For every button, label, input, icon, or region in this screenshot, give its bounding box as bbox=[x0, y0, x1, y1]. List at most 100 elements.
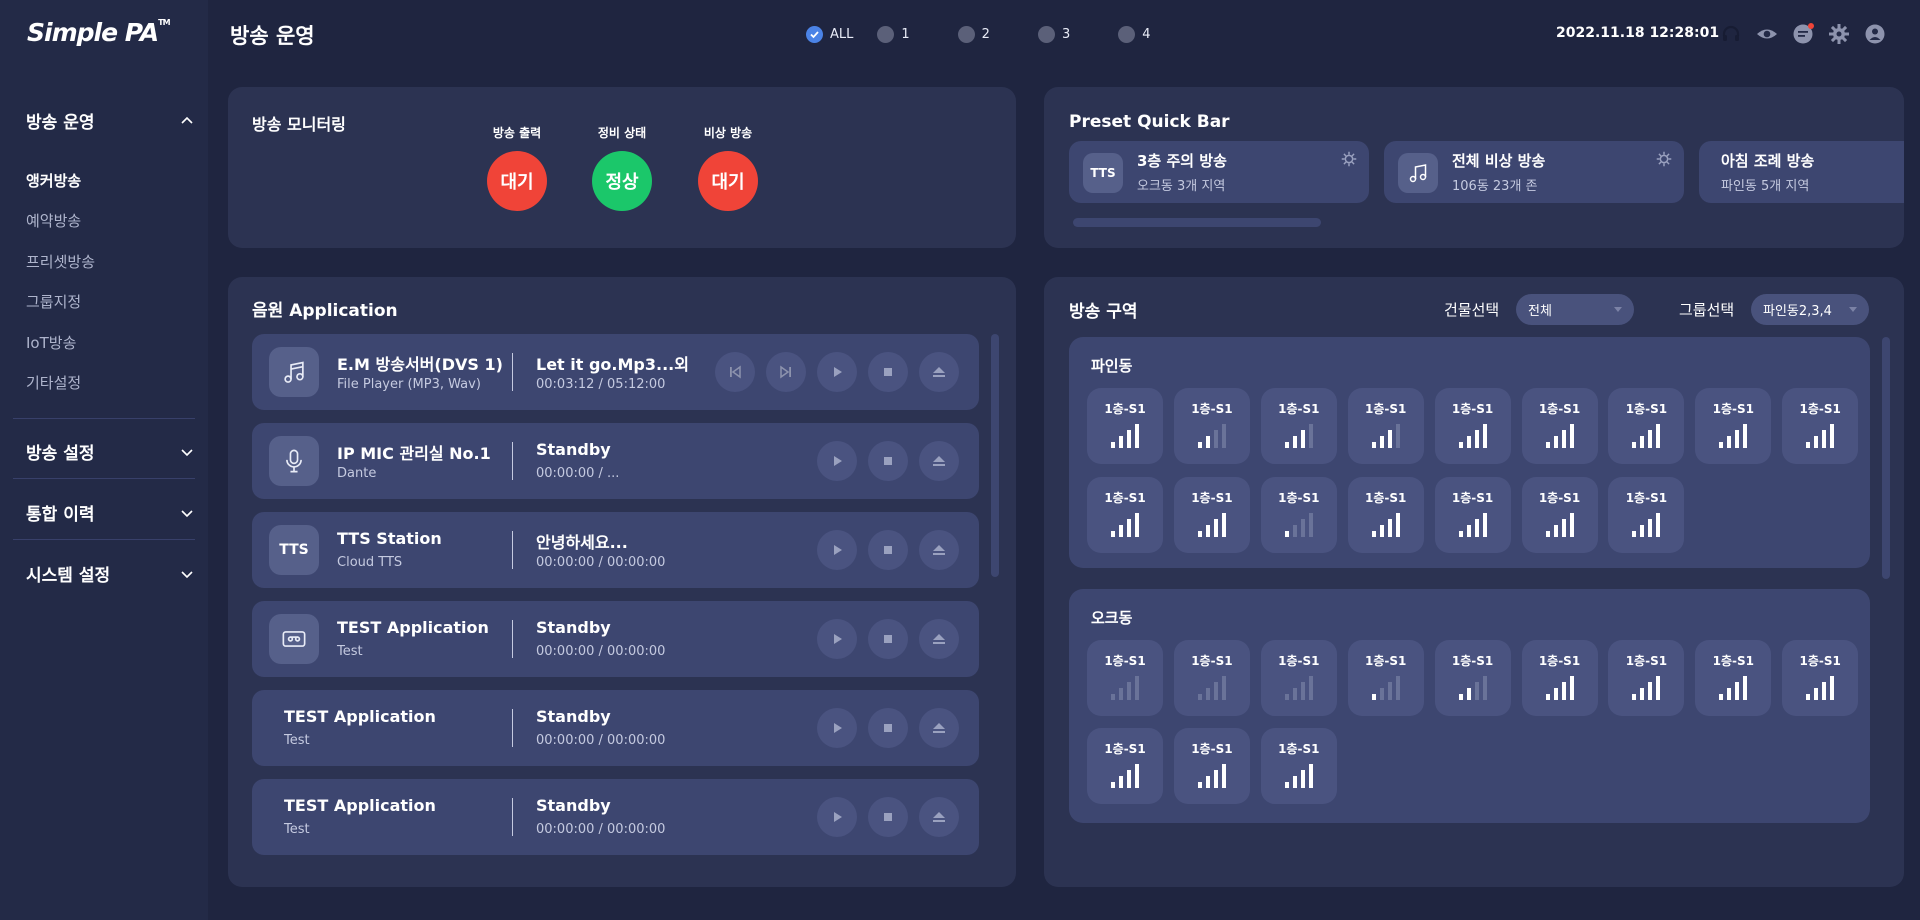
eject-icon bbox=[931, 364, 947, 380]
stop-button[interactable] bbox=[868, 708, 908, 748]
nav-item-group[interactable]: 그룹지정 bbox=[26, 291, 81, 312]
source-row[interactable]: IP MIC 관리실 No.1 Dante Standby 00:00:00 / ..… bbox=[252, 423, 979, 499]
play-button[interactable] bbox=[817, 797, 857, 837]
source-row[interactable]: E.M 방송서버(DVS 1) File Player (MP3, Wav) Let… bbox=[252, 334, 979, 410]
preset-scrollbar[interactable] bbox=[1073, 218, 1321, 227]
group-select[interactable]: 파인동2,3,4 bbox=[1751, 294, 1869, 325]
speaker-tile[interactable]: 1층-S1 bbox=[1782, 388, 1859, 464]
nav-item-preset[interactable]: 프리셋방송 bbox=[26, 251, 95, 272]
speaker-tile[interactable]: 1층-S1 bbox=[1347, 388, 1424, 464]
logo[interactable]: Simple PATM bbox=[27, 18, 171, 47]
filter-4[interactable]: 4 bbox=[1118, 26, 1151, 43]
signal-level-icon bbox=[1719, 424, 1748, 448]
nav-section-broadcast-settings[interactable]: 방송 설정 bbox=[26, 439, 194, 464]
speaker-tile[interactable]: 1층-S1 bbox=[1260, 640, 1337, 716]
eye-icon[interactable] bbox=[1755, 22, 1779, 46]
gear-icon[interactable] bbox=[1656, 151, 1672, 167]
nav-item-iot[interactable]: IoT방송 bbox=[26, 332, 76, 353]
building-select-value: 전체 bbox=[1528, 304, 1552, 319]
source-time: 00:00:00 / 00:00:00 bbox=[536, 733, 666, 748]
speaker-tile[interactable]: 1층-S1 bbox=[1087, 640, 1163, 716]
signal-bar bbox=[1135, 676, 1139, 700]
signal-bar bbox=[1830, 676, 1835, 700]
stop-button[interactable] bbox=[868, 352, 908, 392]
sources-scrollbar[interactable] bbox=[991, 334, 999, 577]
signal-level-icon bbox=[1806, 424, 1835, 448]
play-button[interactable] bbox=[817, 530, 857, 570]
signal-bar bbox=[1735, 682, 1740, 700]
next-button[interactable] bbox=[766, 352, 806, 392]
speaker-tile[interactable]: 1층-S1 bbox=[1087, 728, 1163, 804]
zones-scrollbar[interactable] bbox=[1882, 337, 1890, 579]
play-button[interactable] bbox=[817, 708, 857, 748]
speaker-tile[interactable]: 1층-S1 bbox=[1695, 640, 1772, 716]
filter-2[interactable]: 2 bbox=[957, 26, 990, 43]
stop-button[interactable] bbox=[868, 797, 908, 837]
preset-item[interactable]: 전체 비상 방송 106동 23개 존 bbox=[1384, 141, 1684, 203]
nav-section-history[interactable]: 통합 이력 bbox=[26, 500, 194, 525]
speaker-tile[interactable]: 1층-S1 bbox=[1347, 640, 1424, 716]
eject-button[interactable] bbox=[919, 530, 959, 570]
speaker-tile[interactable]: 1층-S1 bbox=[1608, 640, 1685, 716]
speaker-tile[interactable]: 1층-S1 bbox=[1087, 388, 1163, 464]
speaker-tile[interactable]: 1층-S1 bbox=[1608, 477, 1685, 553]
signal-level-icon bbox=[1284, 513, 1313, 537]
chat-icon[interactable] bbox=[1791, 22, 1815, 46]
filter-1[interactable]: 1 bbox=[877, 26, 910, 43]
preset-item[interactable]: 아침 조례 방송 파인동 5개 지역 bbox=[1699, 141, 1904, 203]
speaker-tile[interactable]: 1층-S1 bbox=[1434, 477, 1511, 553]
nav-item-scheduled[interactable]: 예약방송 bbox=[26, 210, 81, 231]
source-row[interactable]: TEST Application Test Standby 00:00:00 / 00… bbox=[252, 690, 979, 766]
user-icon[interactable] bbox=[1863, 22, 1887, 46]
signal-level-icon bbox=[1545, 424, 1574, 448]
speaker-tile[interactable]: 1층-S1 bbox=[1695, 388, 1772, 464]
speaker-tile[interactable]: 1층-S1 bbox=[1173, 728, 1250, 804]
eject-button[interactable] bbox=[919, 708, 959, 748]
source-row[interactable]: TTS TTS Station Cloud TTS 안녕하세요... 00:00:00 … bbox=[252, 512, 979, 588]
filter-3[interactable]: 3 bbox=[1037, 26, 1070, 43]
signal-bar bbox=[1135, 513, 1139, 537]
speaker-tile[interactable]: 1층-S1 bbox=[1521, 388, 1598, 464]
nav-section-broadcast-ops[interactable]: 방송 운영 bbox=[26, 108, 194, 133]
stop-button[interactable] bbox=[868, 619, 908, 659]
eject-button[interactable] bbox=[919, 441, 959, 481]
nav-item-anchor[interactable]: 앵커방송 bbox=[26, 170, 81, 191]
prev-button[interactable] bbox=[715, 352, 755, 392]
speaker-tile[interactable]: 1층-S1 bbox=[1434, 640, 1511, 716]
speaker-tile[interactable]: 1층-S1 bbox=[1782, 640, 1859, 716]
stop-button[interactable] bbox=[868, 441, 908, 481]
speaker-tile[interactable]: 1층-S1 bbox=[1521, 477, 1598, 553]
speaker-tile[interactable]: 1층-S1 bbox=[1260, 388, 1337, 464]
stop-button[interactable] bbox=[868, 530, 908, 570]
eject-button[interactable] bbox=[919, 619, 959, 659]
signal-bar bbox=[1127, 519, 1131, 537]
speaker-tile[interactable]: 1층-S1 bbox=[1260, 728, 1337, 804]
speaker-tile[interactable]: 1층-S1 bbox=[1521, 640, 1598, 716]
cassette-icon bbox=[269, 614, 319, 664]
speaker-label: 1층-S1 bbox=[1538, 491, 1581, 505]
speaker-tile[interactable]: 1층-S1 bbox=[1608, 388, 1685, 464]
nav-section-system-settings[interactable]: 시스템 설정 bbox=[26, 561, 194, 586]
signal-bar bbox=[1308, 424, 1313, 448]
speaker-tile[interactable]: 1층-S1 bbox=[1087, 477, 1163, 553]
speaker-tile[interactable]: 1층-S1 bbox=[1173, 640, 1250, 716]
speaker-tile[interactable]: 1층-S1 bbox=[1173, 388, 1250, 464]
speaker-tile[interactable]: 1층-S1 bbox=[1347, 477, 1424, 553]
building-select[interactable]: 전체 bbox=[1516, 294, 1634, 325]
preset-item[interactable]: TTS 3층 주의 방송 오크동 3개 지역 bbox=[1069, 141, 1369, 203]
play-button[interactable] bbox=[817, 352, 857, 392]
speaker-tile[interactable]: 1층-S1 bbox=[1260, 477, 1337, 553]
eject-button[interactable] bbox=[919, 797, 959, 837]
filter-all[interactable]: ALL bbox=[806, 26, 853, 43]
gear-icon[interactable] bbox=[1341, 151, 1357, 167]
headset-icon[interactable] bbox=[1719, 22, 1743, 46]
speaker-tile[interactable]: 1층-S1 bbox=[1434, 388, 1511, 464]
speaker-tile[interactable]: 1층-S1 bbox=[1173, 477, 1250, 553]
gear-icon[interactable] bbox=[1827, 22, 1851, 46]
source-row[interactable]: TEST Application Test Standby 00:00:00 / 00… bbox=[252, 601, 979, 677]
eject-button[interactable] bbox=[919, 352, 959, 392]
play-button[interactable] bbox=[817, 619, 857, 659]
source-row[interactable]: TEST Application Test Standby 00:00:00 / 00… bbox=[252, 779, 979, 855]
nav-item-etc[interactable]: 기타설정 bbox=[26, 372, 81, 393]
play-button[interactable] bbox=[817, 441, 857, 481]
